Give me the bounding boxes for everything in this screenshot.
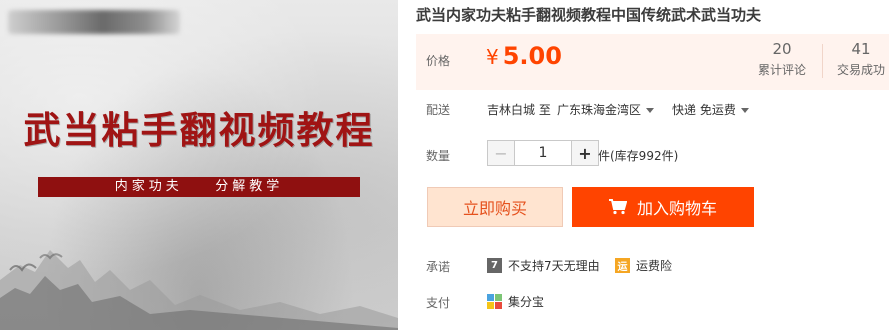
no-7day-return-promise[interactable]: 7 不支持7天无理由 (487, 257, 600, 274)
product-image[interactable]: 武当粘手翻视频教程 内家功夫 分解教学 (0, 0, 398, 330)
payment-method[interactable]: 集分宝 (487, 293, 544, 310)
freight-insurance-promise[interactable]: 运 运费险 (615, 257, 672, 274)
add-to-cart-label: 加入购物车 (636, 199, 717, 218)
sales-count-label: 交易成功 (837, 63, 886, 77)
image-title: 武当粘手翻视频教程 (23, 108, 375, 152)
buy-now-button[interactable]: 立即购买 (427, 187, 563, 227)
shipping-method: 快递 免运费 (672, 103, 736, 117)
mountain-illustration (0, 250, 398, 330)
review-count-label: 累计评论 (758, 63, 807, 77)
shipping-destination-select[interactable]: 广东珠海金湾区 (557, 101, 655, 118)
review-count-stat[interactable]: 20 累计评论 (758, 40, 806, 78)
price-panel: 价格 ¥5.00 20 累计评论 41 交易成功 (416, 34, 889, 90)
blurred-watermark (8, 10, 180, 34)
increase-quantity-button[interactable]: + (571, 140, 599, 166)
shipping-method-select[interactable]: 快递 免运费 (672, 101, 749, 118)
shipping-label: 配送 (426, 103, 451, 117)
product-title: 武当内家功夫粘手翻视频教程中国传统武术武当功夫 (416, 6, 762, 24)
quantity-stepper: − 1 + (487, 140, 599, 166)
price-amount: 5.00 (502, 42, 562, 70)
stock-info: 件(库存992件) (598, 149, 679, 163)
price-value: ¥5.00 (486, 42, 562, 70)
stat-divider (822, 44, 823, 78)
shipping-destination: 广东珠海金湾区 (557, 103, 642, 117)
add-to-cart-button[interactable]: 加入购物车 (572, 187, 754, 227)
sales-count-stat: 41 交易成功 (837, 40, 885, 78)
freight-insurance-icon: 运 (615, 258, 630, 273)
payment-label: 支付 (426, 296, 451, 310)
image-banner: 内家功夫 分解教学 (38, 177, 360, 197)
payment-method-label: 集分宝 (508, 295, 545, 309)
jifenbao-icon (487, 294, 502, 309)
promise-text: 不支持7天无理由 (508, 259, 600, 273)
quantity-input[interactable]: 1 (515, 140, 571, 166)
seven-day-icon: 7 (487, 258, 502, 273)
sales-count: 41 (851, 40, 871, 58)
decrease-quantity-button[interactable]: − (487, 140, 515, 166)
review-count: 20 (772, 40, 792, 58)
currency-symbol: ¥ (486, 45, 499, 69)
promise-label: 承诺 (426, 260, 451, 274)
promise-text: 运费险 (636, 259, 673, 273)
quantity-label: 数量 (426, 149, 451, 163)
shopping-cart-icon (608, 199, 627, 215)
shipping-origin: 吉林白城 至 (487, 103, 551, 117)
price-label: 价格 (426, 54, 451, 68)
chevron-down-icon (740, 108, 749, 113)
chevron-down-icon (646, 108, 655, 113)
